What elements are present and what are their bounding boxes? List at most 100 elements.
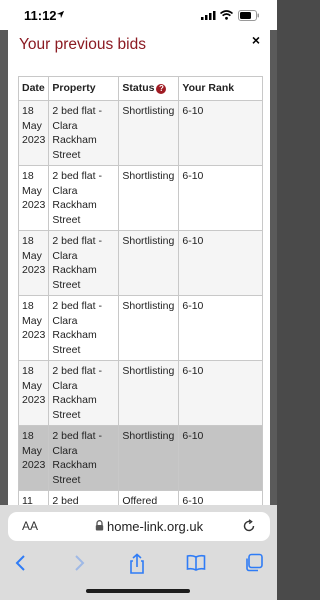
property-line: Street [52, 213, 81, 226]
property-line: 2 bed flat - [52, 430, 102, 442]
property-line: Rackham [52, 394, 97, 406]
battery-icon [238, 10, 259, 21]
property-line: 2 bed flat - [52, 235, 102, 247]
table-row[interactable]: 18 May 2023 2 bed flat - Clara Rackham Street… [17, 165, 263, 231]
header-status: Status? [118, 76, 180, 101]
cell-rank: 6-10 [178, 165, 263, 231]
date-year: 2023 [22, 329, 46, 341]
cell-date: 18 May 2023 [17, 360, 50, 426]
table-row-selected[interactable]: 18 May 2023 2 bed flat - Clara Rackham Street… [17, 425, 263, 491]
property-line: Rackham [52, 199, 97, 211]
property-line: Street [52, 473, 81, 486]
reload-icon[interactable] [242, 519, 256, 533]
property-line: Clara [52, 314, 78, 327]
date-month: May [22, 379, 42, 392]
wifi-icon [220, 10, 233, 20]
property-line: Clara [52, 379, 78, 392]
date-month: May [22, 119, 42, 132]
table-row[interactable]: 18 May 2023 2 bed flat - Clara Rackham Street… [17, 100, 263, 166]
cell-date: 18 May 2023 [17, 425, 50, 491]
status-time: 11:12 [24, 8, 57, 23]
cell-date: 18 May 2023 [17, 100, 50, 166]
bookmarks-icon[interactable] [186, 553, 206, 573]
header-rank: Your Rank [178, 76, 263, 101]
header-date: Date [17, 76, 50, 101]
table-row[interactable]: 18 May 2023 2 bed flat - Clara Rackham Street… [17, 230, 263, 296]
share-icon[interactable] [128, 553, 146, 575]
date-month: May [22, 249, 42, 262]
property-line: Clara [52, 119, 78, 132]
property-line: Rackham [52, 134, 97, 146]
cell-rank: 6-10 [178, 295, 263, 361]
back-icon[interactable] [14, 553, 28, 573]
cell-rank: 6-10 [178, 100, 263, 166]
reader-aa-button[interactable]: AA [22, 519, 38, 533]
date-year: 2023 [22, 459, 46, 471]
property-line: 2 bed flat - [52, 300, 102, 312]
cell-status: Shortlisting [118, 165, 180, 231]
property-line: Rackham [52, 459, 97, 471]
header-property: Property [48, 76, 120, 101]
help-icon[interactable]: ? [156, 84, 167, 94]
cell-property: 2 bed flat - Clara Rackham Street [48, 295, 120, 361]
table-row[interactable]: 18 May 2023 2 bed flat - Clara Rackham Street… [17, 360, 263, 426]
cell-rank: 6-10 [178, 425, 263, 491]
property-line: Clara [52, 444, 78, 457]
date-year: 2023 [22, 199, 46, 211]
property-line: Rackham [52, 264, 97, 276]
date-day: 18 [22, 300, 34, 312]
date-month: May [22, 444, 42, 457]
cell-date: 11 [17, 490, 50, 505]
bids-table: Date Property Status? Your Rank 18 May 202… [17, 76, 263, 505]
modal-title: Your previous bids [19, 36, 146, 53]
date-day: 18 [22, 430, 34, 442]
cell-date: 18 May 2023 [17, 230, 50, 296]
date-day: 18 [22, 235, 34, 247]
cell-date: 18 May 2023 [17, 165, 50, 231]
property-line: Clara [52, 249, 78, 262]
cell-rank: 6-10 [178, 230, 263, 296]
cell-property: 2 bed flat - Clara Rackham Street [48, 360, 120, 426]
date-day: 18 [22, 365, 34, 377]
cell-status: Shortlisting [118, 425, 180, 491]
forward-icon[interactable] [72, 553, 86, 573]
cell-property: 2 bed flat - Clara Rackham Street [48, 230, 120, 296]
property-line: Street [52, 148, 81, 161]
address-bar[interactable]: AA home-link.org.uk [8, 512, 270, 541]
property-line: Street [52, 408, 81, 421]
tabs-icon[interactable] [244, 553, 264, 573]
property-line: 2 bed flat - [52, 105, 102, 117]
home-indicator [86, 589, 190, 593]
date-day: 18 [22, 105, 34, 117]
table-row[interactable]: 11 2 bed Offered 6-10 [17, 490, 263, 505]
cell-property: 2 bed flat - Clara Rackham Street [48, 165, 120, 231]
table-header-row: Date Property Status? Your Rank [17, 76, 263, 101]
cell-property: 2 bed [48, 490, 120, 505]
property-line: Rackham [52, 329, 97, 341]
property-line: 2 bed flat - [52, 170, 102, 182]
table-row[interactable]: 18 May 2023 2 bed flat - Clara Rackham Street… [17, 295, 263, 361]
date-day: 18 [22, 170, 34, 182]
url-text[interactable]: home-link.org.uk [107, 519, 203, 534]
property-line: 2 bed flat - [52, 365, 102, 377]
close-icon[interactable]: × [252, 32, 260, 48]
cell-rank: 6-10 [178, 360, 263, 426]
lock-icon [95, 520, 104, 531]
cell-property: 2 bed flat - Clara Rackham Street [48, 425, 120, 491]
safari-address-area: AA home-link.org.uk [0, 505, 277, 547]
location-arrow-icon [56, 10, 65, 19]
property-line: Street [52, 278, 81, 291]
cell-status: Shortlisting [118, 230, 180, 296]
header-status-label: Status [122, 82, 155, 94]
date-year: 2023 [22, 134, 46, 146]
status-bar: 11:12 [0, 0, 277, 30]
date-year: 2023 [22, 264, 46, 276]
cell-status: Shortlisting [118, 100, 180, 166]
property-line: Street [52, 343, 81, 356]
property-line: Clara [52, 184, 78, 197]
date-year: 2023 [22, 394, 46, 406]
cell-status: Shortlisting [118, 295, 180, 361]
previous-bids-modal: Your previous bids × Date Property Statu… [8, 30, 270, 505]
cell-rank: 6-10 [178, 490, 263, 505]
cellular-signal-icon [201, 11, 216, 20]
